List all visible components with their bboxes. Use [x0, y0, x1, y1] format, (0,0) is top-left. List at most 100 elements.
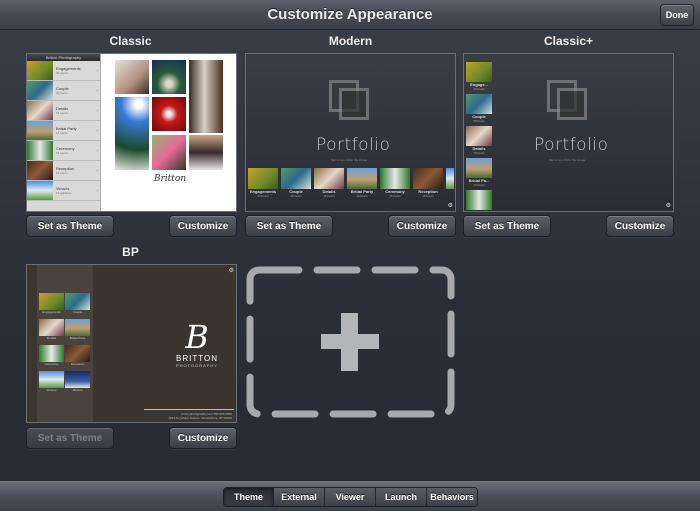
customize-button-classic-plus[interactable]: Customize — [606, 215, 674, 237]
gallery-count: 40 Items — [257, 194, 269, 198]
gallery-count: 14 Items — [356, 194, 368, 198]
theme-preview-modern[interactable]: Portfolio Tap to a portfolio the image E… — [245, 53, 456, 212]
gear-icon: ⚙ — [447, 203, 453, 209]
gallery-count: 15 Items — [323, 194, 335, 198]
set-as-theme-button-classic-plus[interactable]: Set as Theme — [463, 215, 551, 237]
list-item: Ceremony 15 Items › — [27, 141, 100, 161]
gallery-title: Couple — [72, 310, 83, 314]
plus-icon — [321, 313, 379, 371]
gallery-count: 12 galleries — [56, 191, 72, 195]
photo — [152, 135, 186, 170]
done-button[interactable]: Done — [660, 4, 694, 26]
gallery-count: 16 Items — [56, 171, 68, 175]
set-as-theme-button-bp[interactable]: Set as Theme — [26, 427, 114, 449]
gallery-count: 40 Items — [56, 71, 68, 75]
chevron-right-icon: › — [96, 87, 98, 94]
gallery-count: 40 Items — [290, 194, 302, 198]
set-as-theme-button-modern[interactable]: Set as Theme — [245, 215, 333, 237]
gallery-item: Engagements — [39, 293, 64, 314]
chevron-right-icon: › — [96, 67, 98, 74]
theme-preview-bp[interactable]: Engagements Couple Details Bridal Party Ce… — [26, 264, 237, 423]
theme-title-modern: Modern — [328, 34, 373, 48]
gallery-item: Bridal Party — [65, 319, 90, 340]
list-item: Venues 12 galleries › — [27, 181, 100, 201]
tab-viewer[interactable]: Viewer — [325, 488, 376, 506]
customize-button-classic[interactable]: Customize — [169, 215, 237, 237]
footer-line: 1234 Anywhere Avenue, Somewhere, ST 0000… — [168, 416, 232, 420]
portfolio-title: Portfolio — [534, 135, 609, 155]
gallery-count: 15 Items — [56, 111, 68, 115]
list-item: Details 15 Items › — [27, 101, 100, 121]
gallery-title: Reception — [70, 362, 85, 366]
tab-theme[interactable]: Theme — [224, 488, 274, 506]
bp-gallery-grid: Engagements Couple Details Bridal Party Ce… — [39, 293, 93, 397]
gallery-item: Couple 40 Items — [281, 168, 311, 203]
gallery-item: Venues — [39, 371, 64, 392]
page-title: Customize Appearance — [267, 6, 433, 23]
set-as-theme-button-classic[interactable]: Set as Theme — [26, 215, 114, 237]
classic-photo-grid — [115, 60, 223, 172]
theme-preview-classic-plus[interactable]: Portfolio Tap to a portfolio the image E… — [463, 53, 674, 212]
gallery-item — [466, 190, 492, 210]
gallery-count: 14 Items — [473, 183, 485, 187]
gallery-item: Couple — [65, 293, 90, 314]
list-item: Reception 16 Items › — [27, 161, 100, 181]
customize-button-bp[interactable]: Customize — [169, 427, 237, 449]
chevron-right-icon: › — [96, 127, 98, 134]
gallery-count: 15 Items — [56, 151, 68, 155]
theme-preview-classic[interactable]: Britton Photography Engagements 40 Items ›… — [26, 53, 237, 212]
theme-title-classic: Classic — [109, 34, 152, 48]
gallery-item: Reception 16 Items — [413, 168, 443, 203]
gallery-item: Bridal Party 14 Items — [347, 168, 377, 203]
gallery-title: Ceremony — [44, 362, 59, 366]
bottom-toolbar: Theme External Viewer Launch Behaviors — [0, 481, 700, 511]
gallery-count: 15 Items — [473, 151, 485, 155]
theme-title-bp: BP — [122, 245, 139, 259]
chevron-right-icon: › — [96, 187, 98, 194]
photo — [189, 60, 223, 133]
gallery-title: Venues — [46, 388, 57, 392]
add-theme-button[interactable] — [245, 265, 456, 419]
gallery-item: Bridal Pa... 14 Items — [466, 158, 492, 187]
gallery-title: Bridal Party — [69, 336, 86, 340]
gallery-item: Engage... 40 Items — [466, 62, 492, 91]
chevron-right-icon: › — [96, 167, 98, 174]
classic-plus-gallery-strip: Engage... 40 Items Couple 40 Items Details… — [466, 62, 492, 211]
brand-initial: B — [185, 318, 209, 356]
gallery-title: Engagements — [42, 310, 61, 314]
modern-gallery-strip: Engagements 40 Items Couple 40 Items Detai… — [246, 168, 455, 203]
brand-subtitle: PHOTOGRAPHY — [175, 363, 219, 368]
gallery-count: 40 Items — [473, 119, 485, 123]
gallery-item — [446, 168, 454, 203]
portfolio-title: Portfolio — [316, 135, 391, 155]
photo — [189, 135, 223, 170]
gallery-item: Engagements 40 Items — [248, 168, 278, 203]
chevron-right-icon: › — [96, 147, 98, 154]
segmented-tabs: Theme External Viewer Launch Behaviors — [223, 487, 478, 507]
tab-external[interactable]: External — [274, 488, 325, 506]
gear-icon: ⚙ — [665, 203, 671, 209]
gear-icon: ⚙ — [228, 268, 234, 274]
list-item: Couple 40 Items › — [27, 81, 100, 101]
photo — [115, 60, 149, 94]
chevron-right-icon: › — [96, 107, 98, 114]
classic-gallery-sidebar: Britton Photography Engagements 40 Items ›… — [27, 54, 101, 211]
gallery-item: Details — [39, 319, 64, 340]
tab-launch[interactable]: Launch — [376, 488, 427, 506]
gallery-count: 15 Items — [389, 194, 401, 198]
customize-button-modern[interactable]: Customize — [388, 215, 456, 237]
tab-behaviors[interactable]: Behaviors — [427, 488, 477, 506]
gallery-item: Couple 40 Items — [466, 94, 492, 123]
gallery-count: 14 Items — [56, 131, 68, 135]
classic-sidebar-header: Britton Photography — [27, 54, 100, 61]
gallery-item: Ceremony 15 Items — [380, 168, 410, 203]
portfolio-subtitle: Tap to a portfolio the image — [331, 158, 368, 162]
gallery-title: Albums — [72, 388, 83, 392]
gallery-item: Albums — [65, 371, 90, 392]
gallery-count: 40 Items — [56, 91, 68, 95]
portfolio-logo-icon — [339, 88, 369, 120]
gallery-item: Details 15 Items — [466, 126, 492, 155]
photo — [115, 97, 149, 170]
brand-name: BRITTON — [176, 354, 218, 363]
gallery-item: Ceremony — [39, 345, 64, 366]
